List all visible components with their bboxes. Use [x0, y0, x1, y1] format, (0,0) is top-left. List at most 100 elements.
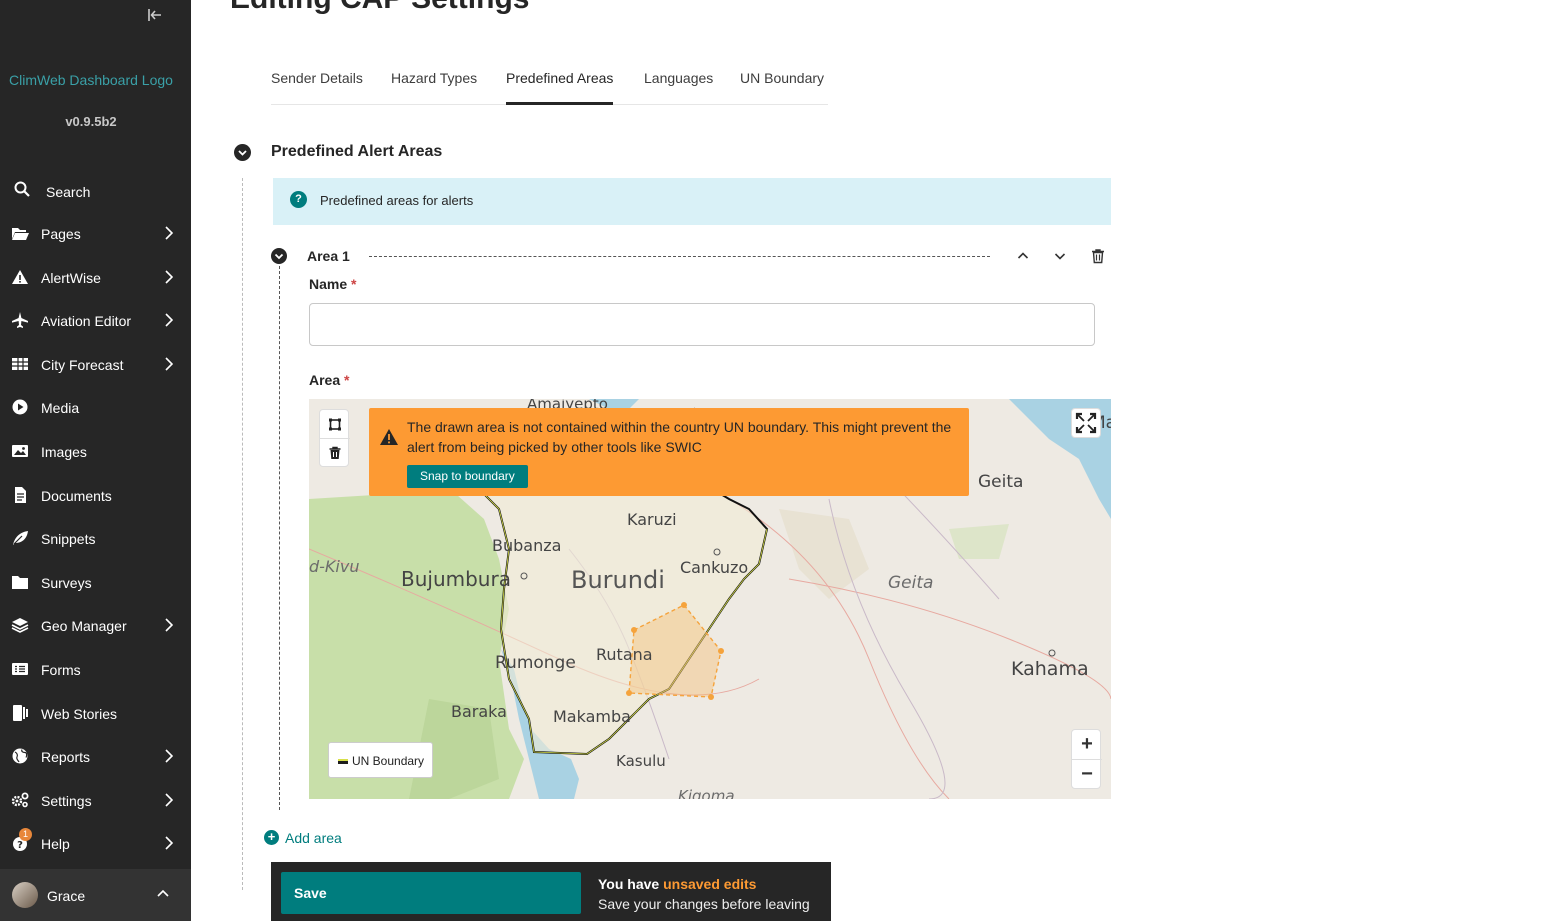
section-title: Predefined Alert Areas — [271, 143, 443, 160]
unsaved-prefix: You have — [598, 876, 664, 892]
sidebar-item-snippets[interactable]: Snippets — [0, 517, 191, 561]
sidebar-item-label: Help — [41, 836, 70, 853]
map-place-label: d-Kivu — [309, 557, 360, 576]
sidebar-item-settings[interactable]: Settings — [0, 779, 191, 823]
add-area-label: Add area — [285, 830, 342, 846]
map-place-label: Geita — [978, 472, 1024, 492]
sidebar-item-label: Images — [41, 443, 87, 460]
map-place-label: Kahama — [1011, 658, 1089, 680]
section-collapse-toggle[interactable] — [234, 144, 251, 161]
chevron-down-icon — [238, 150, 247, 156]
delete-drawing-button[interactable] — [320, 439, 350, 468]
table-icon — [12, 357, 28, 370]
draw-toolbar — [319, 409, 350, 468]
sidebar-item-web-stories[interactable]: Web Stories — [0, 692, 191, 736]
map-place-label: Kigoma — [678, 787, 735, 799]
version-label: v0.9.5b2 — [65, 114, 117, 129]
snap-to-boundary-button[interactable]: Snap to boundary — [407, 465, 528, 488]
page-title: Editing CAP Settings — [230, 0, 529, 16]
map-place-label: Burundi — [571, 566, 665, 594]
area-collapse-toggle[interactable] — [271, 248, 287, 264]
sidebar-item-label: Snippets — [41, 531, 96, 548]
sidebar-item-images[interactable]: Images — [0, 430, 191, 474]
map-widget[interactable]: Amaiyepto Geita Karuzi Bubanza Cankuzo d… — [309, 399, 1111, 799]
sidebar-search[interactable]: Search — [0, 172, 191, 212]
document-icon — [15, 486, 26, 503]
tab-sender-details[interactable]: Sender Details — [271, 70, 363, 105]
collapse-icon — [148, 9, 161, 21]
chevron-right-icon — [165, 749, 173, 763]
dashboard-logo[interactable]: ClimWeb Dashboard Logo — [0, 70, 182, 91]
help-text: Predefined areas for alerts — [320, 193, 474, 208]
sidebar-item-label: Settings — [41, 792, 92, 809]
map-place-label: Rutana — [596, 645, 653, 664]
fullscreen-button[interactable] — [1071, 408, 1101, 438]
delete-area-button[interactable] — [1090, 248, 1106, 264]
account-name: Grace — [47, 888, 86, 904]
sidebar-item-label: AlertWise — [41, 269, 101, 286]
plane-icon — [12, 312, 28, 329]
sidebar-item-label: Documents — [41, 487, 112, 504]
map-place-label: Karuzi — [627, 510, 677, 529]
map-legend: UN Boundary — [328, 742, 433, 778]
name-label-text: Name — [309, 276, 348, 292]
area-divider — [369, 256, 990, 257]
globe-icon — [12, 748, 28, 764]
map-place-label: Geita — [888, 573, 934, 593]
area-label-text: Area — [309, 372, 341, 388]
chevron-down-icon — [274, 253, 284, 260]
play-icon — [12, 399, 28, 415]
unsaved-highlight: unsaved edits — [663, 876, 757, 892]
chevron-right-icon — [165, 226, 173, 240]
layers-icon — [11, 618, 29, 634]
tab-un-boundary[interactable]: UN Boundary — [740, 70, 824, 105]
chevron-right-icon — [165, 836, 173, 850]
svg-text:?: ? — [17, 840, 23, 851]
map-place-label: Makamba — [553, 707, 631, 726]
tab-predefined-areas[interactable]: Predefined Areas — [506, 70, 614, 105]
sidebar-item-forms[interactable]: Forms — [0, 648, 191, 692]
sidebar-item-surveys[interactable]: Surveys — [0, 561, 191, 605]
map-place-label: Bujumbura — [401, 567, 511, 591]
sidebar-item-alertwise[interactable]: AlertWise — [0, 256, 191, 300]
sidebar-item-city-forecast[interactable]: City Forecast — [0, 343, 191, 387]
map-place-label: Cankuzo — [680, 558, 749, 577]
sidebar-item-reports[interactable]: Reports — [0, 735, 191, 779]
name-input[interactable] — [309, 303, 1095, 346]
sidebar-item-geo-manager[interactable]: Geo Manager — [0, 604, 191, 648]
draw-polygon-button[interactable] — [320, 410, 350, 439]
trash-icon — [329, 446, 341, 459]
sidebar-item-label: Surveys — [41, 574, 92, 591]
tab-hazard-types[interactable]: Hazard Types — [391, 70, 477, 105]
sidebar-item-pages[interactable]: Pages — [0, 212, 191, 256]
account-menu[interactable]: Grace — [0, 869, 191, 921]
required-mark: * — [344, 372, 350, 388]
chevron-right-icon — [165, 270, 173, 284]
zoom-in-button[interactable]: + — [1072, 730, 1102, 760]
sidebar-item-label: Geo Manager — [41, 618, 127, 635]
help-box: ? Predefined areas for alerts — [273, 178, 1111, 225]
image-icon — [12, 444, 28, 457]
sidebar-item-label: City Forecast — [41, 356, 124, 373]
move-up-button[interactable] — [1015, 248, 1031, 264]
sidebar-item-aviation-editor[interactable]: Aviation Editor — [0, 299, 191, 343]
area-label: Area * — [309, 372, 349, 388]
sidebar-item-documents[interactable]: Documents — [0, 474, 191, 518]
sidebar-item-label: Reports — [41, 749, 91, 766]
save-button[interactable]: Save — [281, 872, 581, 914]
sidebar-item-label: Aviation Editor — [41, 313, 132, 330]
legend-swatch — [338, 759, 348, 764]
avatar — [12, 882, 38, 908]
collapse-sidebar-button[interactable] — [145, 8, 165, 26]
chevron-up-icon — [1017, 252, 1029, 259]
chevron-down-icon — [1054, 253, 1066, 260]
name-label: Name * — [309, 276, 356, 292]
sidebar-item-help[interactable]: ? 1 Help — [0, 822, 191, 866]
sidebar-item-media[interactable]: Media — [0, 386, 191, 430]
unsaved-message: You have unsaved edits — [598, 876, 756, 892]
search-icon — [14, 181, 30, 197]
move-down-button[interactable] — [1052, 248, 1068, 264]
tab-languages[interactable]: Languages — [644, 70, 713, 105]
snippet-icon — [13, 531, 28, 546]
zoom-out-button[interactable]: − — [1072, 760, 1102, 790]
